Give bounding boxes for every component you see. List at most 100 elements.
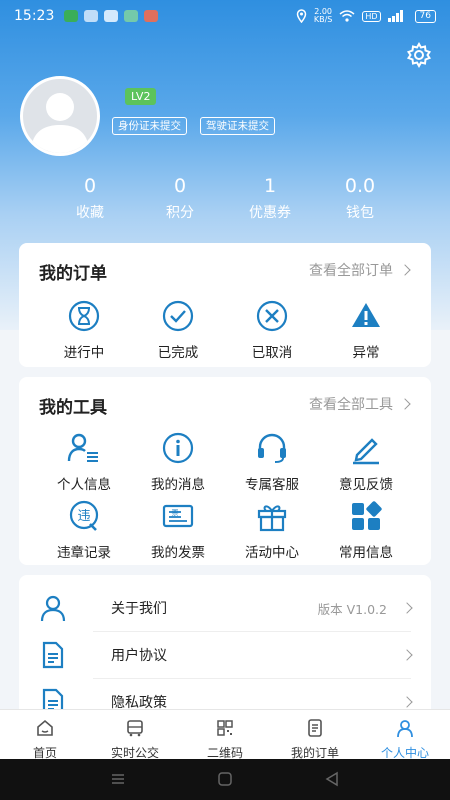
tab-qr-code[interactable]: 二维码	[180, 710, 270, 760]
notification-icons	[64, 10, 159, 22]
orders-card: 我的订单 查看全部订单 进行中 已完成 已取消 异常	[19, 243, 431, 367]
app-notification-icon	[124, 10, 139, 22]
view-all-orders-link[interactable]: 查看全部订单	[309, 260, 411, 280]
view-all-tools-link[interactable]: 查看全部工具	[309, 394, 411, 414]
chevron-right-icon	[399, 398, 411, 410]
chevron-right-icon	[399, 264, 411, 276]
order-label: 已完成	[157, 345, 199, 361]
stat-points[interactable]: 0 积分	[135, 172, 225, 222]
headset-icon	[258, 433, 286, 463]
tool-common-info[interactable]: 常用信息	[319, 499, 413, 561]
tool-violation-records[interactable]: 违 违章记录	[37, 499, 131, 561]
settings-gear-icon[interactable]	[406, 42, 432, 68]
tool-label: 专属客服	[245, 477, 299, 493]
stat-favorites[interactable]: 0 收藏	[45, 172, 135, 222]
stat-value: 0	[83, 175, 97, 197]
tab-personal-center[interactable]: 个人中心	[360, 710, 450, 760]
orders-title: 我的订单	[39, 264, 107, 284]
pencil-icon	[353, 438, 379, 465]
stat-value: 0.0	[344, 175, 376, 197]
qr-code-icon	[217, 720, 233, 736]
tab-realtime-bus[interactable]: 实时公交	[90, 710, 180, 760]
person-icon	[397, 720, 413, 738]
info-icon	[162, 432, 194, 464]
back-icon[interactable]	[324, 771, 340, 787]
order-label: 进行中	[63, 345, 105, 361]
status-bar: 15:23 2.00 KB/S HD 76	[0, 0, 450, 32]
svg-text:票: 票	[172, 509, 179, 517]
bus-icon	[127, 720, 143, 737]
svg-text:违: 违	[77, 509, 90, 524]
bottom-tab-bar: 首页 实时公交 二维码 我的订单 个人中心	[0, 709, 450, 760]
order-completed[interactable]: 已完成	[131, 299, 225, 361]
gift-icon	[257, 505, 287, 532]
menu-right: 版本 V1.0.2	[317, 599, 413, 618]
menu-about-us[interactable]: 关于我们 版本 V1.0.2	[39, 585, 413, 631]
home-icon	[37, 719, 53, 736]
chevron-right-icon	[401, 649, 413, 661]
tool-label: 我的消息	[151, 477, 205, 493]
status-time: 15:23	[14, 8, 55, 24]
home-button-icon[interactable]	[217, 771, 233, 787]
menu-user-agreement[interactable]: 用户协议	[39, 632, 413, 678]
app-notification-icon	[84, 10, 99, 22]
system-navigation-bar	[0, 759, 450, 800]
stat-coupons[interactable]: 1 优惠券	[225, 172, 315, 222]
tool-activity-center[interactable]: 活动中心	[225, 499, 319, 561]
tool-label: 个人信息	[57, 477, 111, 493]
tool-label: 违章记录	[57, 545, 111, 561]
menu-right	[401, 649, 413, 661]
stat-wallet[interactable]: 0.0 钱包	[315, 172, 405, 222]
tab-home[interactable]: 首页	[0, 710, 90, 760]
net-speed-unit: KB/S	[313, 15, 333, 24]
stats-row: 0 收藏 0 积分 1 优惠券 0.0 钱包	[0, 172, 450, 222]
chevron-right-icon	[401, 602, 413, 614]
tool-label: 活动中心	[245, 545, 299, 561]
tool-my-invoices[interactable]: 票 我的发票	[131, 499, 225, 561]
invoice-icon: 票	[162, 504, 194, 528]
tool-my-messages[interactable]: 我的消息	[131, 431, 225, 493]
tool-customer-service[interactable]: 专属客服	[225, 431, 319, 493]
x-circle-icon	[256, 300, 288, 332]
order-label: 异常	[352, 345, 380, 361]
order-abnormal[interactable]: 异常	[319, 299, 413, 361]
stat-label: 积分	[166, 205, 194, 221]
hourglass-icon	[68, 300, 100, 332]
menu-right	[401, 696, 413, 708]
hd-badge: HD	[362, 10, 381, 22]
location-icon	[296, 9, 307, 23]
tools-title: 我的工具	[39, 398, 107, 418]
stat-label: 收藏	[76, 205, 104, 221]
person-icon	[40, 595, 66, 622]
tool-label: 意见反馈	[339, 477, 393, 493]
id-card-status-tag[interactable]: 身份证未提交	[112, 117, 187, 135]
tool-feedback[interactable]: 意见反馈	[319, 431, 413, 493]
violation-icon: 违	[69, 500, 99, 531]
order-in-progress[interactable]: 进行中	[37, 299, 131, 361]
app-notification-icon	[104, 10, 119, 22]
avatar[interactable]	[20, 76, 100, 156]
check-circle-icon	[162, 300, 194, 332]
tool-label: 常用信息	[339, 545, 393, 561]
app-version: 版本 V1.0.2	[317, 601, 387, 617]
stat-label: 钱包	[346, 205, 374, 221]
stat-value: 0	[173, 175, 187, 197]
stat-label: 优惠券	[249, 205, 291, 221]
level-badge: LV2	[125, 88, 157, 105]
app-notification-icon	[144, 10, 159, 22]
view-all-tools-label: 查看全部工具	[309, 397, 393, 413]
menu-label: 关于我们	[111, 601, 167, 617]
wifi-icon	[339, 10, 355, 22]
order-list-icon	[308, 719, 322, 737]
chevron-right-icon	[401, 696, 413, 708]
order-label: 已取消	[251, 345, 293, 361]
warning-icon	[352, 303, 380, 327]
tool-personal-info[interactable]: 个人信息	[37, 431, 131, 493]
menu-label: 用户协议	[111, 648, 167, 664]
driver-license-status-tag[interactable]: 驾驶证未提交	[200, 117, 275, 135]
menu-icon[interactable]	[110, 771, 126, 787]
app-notification-icon	[64, 10, 79, 22]
tools-card: 我的工具 查看全部工具 个人信息 我的消息 专属客服 意见反馈 违 违章记录 票…	[19, 377, 431, 565]
order-cancelled[interactable]: 已取消	[225, 299, 319, 361]
tab-my-orders[interactable]: 我的订单	[270, 710, 360, 760]
